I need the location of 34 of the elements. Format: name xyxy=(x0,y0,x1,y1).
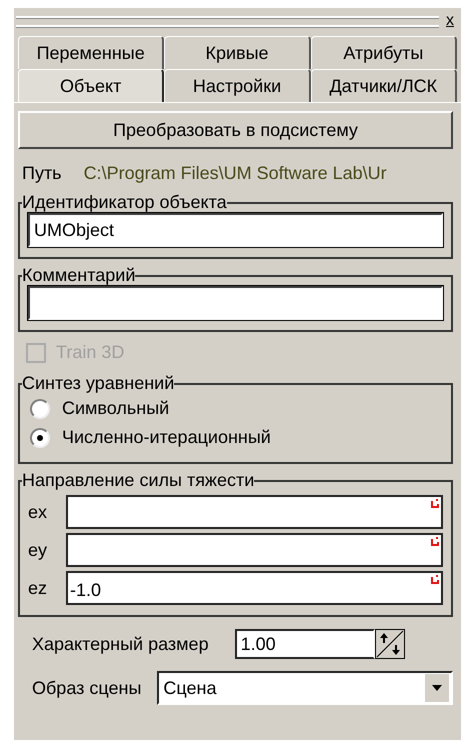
marker-icon xyxy=(431,575,439,585)
scene-label: Образ сцены xyxy=(32,678,142,698)
path-label: Путь xyxy=(22,163,62,184)
size-label: Характерный размер xyxy=(32,634,209,654)
tab[interactable]: Датчики/ЛСК xyxy=(310,69,457,102)
vector-field[interactable]: -1.0 xyxy=(66,571,443,605)
tab[interactable]: Кривые xyxy=(164,36,311,69)
vector-field[interactable] xyxy=(66,533,443,567)
comment-field[interactable] xyxy=(28,286,443,320)
convert-button[interactable]: Преобразовать в подсистему xyxy=(18,111,453,149)
field-label: ex xyxy=(28,502,48,522)
radio-label: Символьный xyxy=(62,398,170,419)
tab[interactable]: Объект xyxy=(18,69,164,102)
radio-button[interactable] xyxy=(30,428,50,448)
group-title: Идентификатор объекта xyxy=(22,192,227,213)
tab[interactable]: Переменные xyxy=(18,36,164,69)
field-label: ey xyxy=(28,540,48,560)
group-title: Синтез уравнений xyxy=(22,373,174,394)
grip-bar[interactable] xyxy=(16,16,439,26)
tab[interactable]: Атрибуты xyxy=(310,36,457,69)
marker-icon xyxy=(431,499,439,509)
group-title: Комментарий xyxy=(22,265,136,286)
radio-button[interactable] xyxy=(30,398,50,418)
field-label: ez xyxy=(28,578,48,598)
group-title: Направление силы тяжести xyxy=(22,470,254,491)
path-value: C:\Program Files\UM Software Lab\Ur xyxy=(84,163,387,184)
tab[interactable]: Настройки xyxy=(164,69,311,102)
vector-field[interactable] xyxy=(66,495,443,529)
marker-icon xyxy=(431,537,439,547)
scene-dropdown[interactable]: Сцена xyxy=(157,671,453,705)
radio-label: Численно-итерационный xyxy=(62,427,271,448)
spinner-icon[interactable] xyxy=(374,629,405,659)
identifier-field[interactable]: UMObject xyxy=(28,213,443,247)
size-field[interactable]: 1.00 xyxy=(234,629,375,659)
